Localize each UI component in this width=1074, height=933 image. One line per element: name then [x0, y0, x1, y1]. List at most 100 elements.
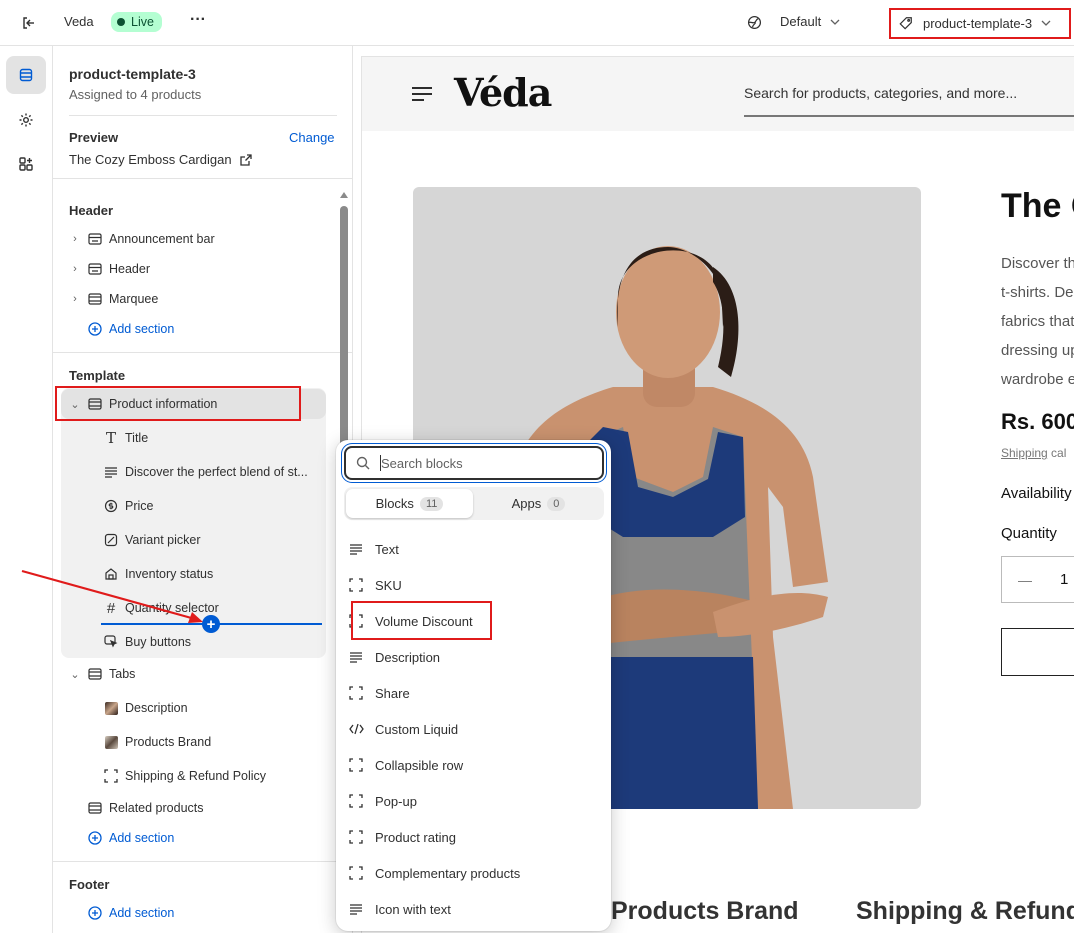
preview-product-name: The Cozy Emboss Cardigan — [69, 152, 232, 167]
tab-shipping-refund[interactable]: Shipping & Refund — [856, 897, 1074, 926]
block-option-custom-liquid[interactable]: Custom Liquid — [348, 714, 598, 744]
text-lines-icon — [348, 649, 364, 665]
section-product-information[interactable]: ⌄ Product information — [61, 389, 326, 419]
live-dot-icon — [117, 18, 125, 26]
block-option-complementary-products[interactable]: Complementary products — [348, 858, 598, 888]
add-to-cart-button[interactable] — [1001, 628, 1074, 676]
quantity-value[interactable]: 1 — [1060, 571, 1068, 588]
add-section-button[interactable]: Add section — [53, 898, 333, 928]
tab-products-brand[interactable]: Products Brand — [611, 897, 799, 926]
divider — [53, 861, 352, 862]
section-related-products[interactable]: Related products — [53, 793, 333, 823]
hash-icon: # — [106, 599, 116, 617]
section-icon — [87, 800, 103, 816]
text-lines-icon — [348, 901, 364, 917]
exit-icon[interactable] — [18, 12, 40, 34]
store-search-input[interactable]: Search for products, categories, and mor… — [744, 85, 1017, 101]
text-lines-icon — [348, 541, 364, 557]
block-quantity-selector[interactable]: # Quantity selector — [53, 593, 333, 623]
template-selector[interactable]: product-template-3 — [890, 8, 1070, 38]
block-option-label: Volume Discount — [375, 613, 473, 629]
section-marquee[interactable]: › Marquee — [53, 284, 333, 314]
block-label: Description — [125, 701, 188, 715]
block-dashed-icon — [348, 865, 364, 881]
assigned-text: Assigned to 4 products — [69, 87, 202, 102]
block-variant-picker[interactable]: Variant picker — [53, 525, 333, 555]
theme-settings-nav-button[interactable] — [6, 101, 46, 139]
divider — [53, 178, 352, 179]
block-option-icon-with-text[interactable]: Icon with text — [348, 894, 598, 924]
quantity-decrease-button[interactable]: — — [1018, 572, 1032, 588]
block-buy-buttons[interactable]: Buy buttons — [53, 627, 333, 657]
block-price[interactable]: Price — [53, 491, 333, 521]
add-section-label: Add section — [109, 831, 175, 845]
block-title[interactable]: T Title — [53, 423, 333, 453]
status-badge: Live — [111, 12, 162, 32]
block-option-volume-discount[interactable]: Volume Discount — [348, 606, 598, 636]
globe-icon[interactable] — [745, 13, 763, 31]
block-option-sku[interactable]: SKU — [348, 570, 598, 600]
more-actions-button[interactable]: ··· — [190, 11, 206, 29]
section-tabs[interactable]: ⌄ Tabs — [53, 659, 333, 689]
tab-apps-count: 0 — [547, 496, 566, 511]
section-announcement-bar[interactable]: › Announcement bar — [53, 224, 333, 254]
menu-icon[interactable] — [411, 86, 433, 102]
block-option-collapsible-row[interactable]: Collapsible row — [348, 750, 598, 780]
section-label: Related products — [109, 801, 204, 815]
header-group-title: Header — [69, 203, 114, 218]
block-inventory-status[interactable]: Inventory status — [53, 559, 333, 589]
block-label: Variant picker — [125, 533, 201, 547]
tab-apps[interactable]: Apps 0 — [475, 489, 602, 518]
block-option-label: Complementary products — [375, 865, 521, 881]
search-icon — [356, 456, 370, 470]
template-title: product-template-3 — [69, 66, 196, 82]
quantity-label: Quantity — [1001, 525, 1057, 542]
apps-nav-button[interactable] — [6, 145, 46, 183]
top-bar: Veda Live ··· Default product-template-3 — [0, 0, 1074, 46]
store-icon — [103, 566, 119, 582]
block-option-label: Custom Liquid — [375, 721, 459, 737]
chevron-down-icon — [1041, 20, 1051, 27]
add-section-button[interactable]: Add section — [53, 823, 333, 853]
block-option-pop-up[interactable]: Pop-up — [348, 786, 598, 816]
change-preview-link[interactable]: Change — [289, 130, 335, 145]
variant-icon — [103, 532, 119, 548]
block-option-label: Pop-up — [375, 793, 417, 809]
block-option-label: SKU — [375, 577, 402, 593]
status-label: Live — [131, 15, 154, 29]
store-name: Veda — [64, 14, 94, 29]
tab-block-description[interactable]: Description — [53, 693, 333, 723]
apps-icon — [18, 156, 34, 172]
theme-variant-select[interactable]: Default — [780, 14, 840, 29]
sections-nav-button[interactable] — [6, 56, 46, 94]
tab-block-shipping[interactable]: Shipping & Refund Policy — [53, 761, 333, 791]
block-option-description[interactable]: Description — [348, 642, 598, 672]
chevron-down-icon — [830, 14, 840, 29]
tab-blocks[interactable]: Blocks 11 — [346, 489, 473, 518]
store-logo[interactable]: Véda — [454, 70, 552, 115]
block-search-input[interactable]: Search blocks — [344, 446, 604, 480]
picker-tab-bar: Blocks 11 Apps 0 — [344, 487, 604, 520]
tag-icon — [899, 16, 913, 30]
section-label: Product information — [109, 397, 218, 411]
add-section-label: Add section — [109, 906, 175, 920]
section-label: Header — [109, 262, 150, 276]
image-thumb-icon — [103, 734, 119, 750]
block-option-product-rating[interactable]: Product rating — [348, 822, 598, 852]
add-section-button[interactable]: Add section — [53, 314, 333, 344]
quantity-stepper[interactable]: — 1 — [1001, 556, 1074, 603]
block-option-share[interactable]: Share — [348, 678, 598, 708]
description-line: Discover th — [1001, 255, 1074, 272]
block-label: Inventory status — [125, 567, 214, 581]
shipping-link[interactable]: Shipping — [1001, 446, 1048, 460]
block-text[interactable]: Discover the perfect blend of st... — [53, 457, 333, 487]
block-dashed-icon — [348, 577, 364, 593]
image-thumb-icon — [103, 700, 119, 716]
footer-group-title: Footer — [69, 877, 110, 892]
block-option-text[interactable]: Text — [348, 534, 598, 564]
preview-product[interactable]: The Cozy Emboss Cardigan — [69, 152, 252, 167]
section-header[interactable]: › Header — [53, 254, 333, 284]
block-option-label: Product rating — [375, 829, 456, 845]
section-icon — [87, 666, 103, 682]
tab-block-products-brand[interactable]: Products Brand — [53, 727, 333, 757]
